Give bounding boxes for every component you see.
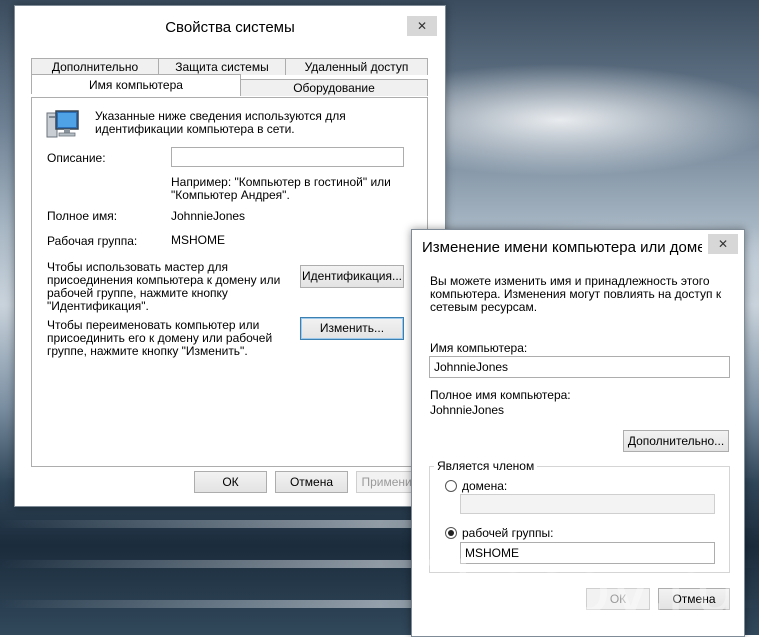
computer-name-label: Имя компьютера: xyxy=(430,341,528,355)
system-properties-dialog: Свойства системы ✕ Дополнительно Защита … xyxy=(14,5,446,507)
description-label: Описание: xyxy=(47,151,106,165)
tab-row-bottom: Имя компьютера Оборудование xyxy=(31,74,428,96)
title-bar[interactable]: Свойства системы ✕ xyxy=(15,6,445,44)
tab-system-protection[interactable]: Защита системы xyxy=(158,58,286,75)
full-name-label: Полное имя: xyxy=(47,209,118,223)
watermark-text: Skesov.ru xyxy=(410,547,738,629)
domain-radio[interactable] xyxy=(445,480,457,492)
full-name-value: JohnnieJones xyxy=(171,209,246,223)
tab-remote[interactable]: Удаленный доступ xyxy=(285,58,428,75)
description-input[interactable] xyxy=(171,147,404,167)
close-icon: ✕ xyxy=(717,237,729,251)
tab-advanced[interactable]: Дополнительно xyxy=(31,58,159,75)
domain-input[interactable] xyxy=(460,494,715,514)
change-button[interactable]: Изменить... xyxy=(300,317,404,340)
rename-title-bar[interactable]: Изменение имени компьютера или домена ✕ xyxy=(412,230,744,260)
rename-intro-text: Вы можете изменить имя и принадлежность … xyxy=(430,274,722,314)
full-computer-name-value: JohnnieJones xyxy=(430,403,505,417)
tab-row-top: Дополнительно Защита системы Удаленный д… xyxy=(31,58,428,75)
domain-label: домена: xyxy=(462,479,508,493)
more-button[interactable]: Дополнительно... xyxy=(623,430,729,452)
workgroup-radio[interactable] xyxy=(445,527,457,539)
tab-computer-name[interactable]: Имя компьютера xyxy=(31,74,241,94)
rename-text: Чтобы переименовать компьютер или присое… xyxy=(47,318,273,358)
intro-text: Указанные ниже сведения используются для… xyxy=(95,109,346,136)
computer-icon xyxy=(46,110,79,138)
computer-name-input[interactable]: JohnnieJones xyxy=(429,356,730,378)
wizard-text: Чтобы использовать мастер для присоедине… xyxy=(47,260,281,313)
workgroup-label: Рабочая группа: xyxy=(47,234,138,248)
workgroup-value: MSHOME xyxy=(171,233,225,247)
rename-dialog-title: Изменение имени компьютера или домена xyxy=(422,239,702,256)
rename-close-button[interactable]: ✕ xyxy=(708,234,738,254)
full-computer-name-label: Полное имя компьютера: xyxy=(430,388,571,402)
cancel-button[interactable]: Отмена xyxy=(275,471,348,493)
member-of-title: Является членом xyxy=(434,459,538,473)
close-button[interactable]: ✕ xyxy=(407,16,437,36)
identification-button[interactable]: Идентификация... xyxy=(300,265,404,288)
tab-hardware[interactable]: Оборудование xyxy=(240,79,428,96)
close-icon: ✕ xyxy=(416,19,428,33)
dialog-title: Свойства системы xyxy=(165,19,295,36)
ok-button[interactable]: ОК xyxy=(194,471,267,493)
workgroup-radio-label: рабочей группы: xyxy=(462,526,554,540)
example-text: Например: "Компьютер в гостиной" или "Ко… xyxy=(171,175,391,202)
